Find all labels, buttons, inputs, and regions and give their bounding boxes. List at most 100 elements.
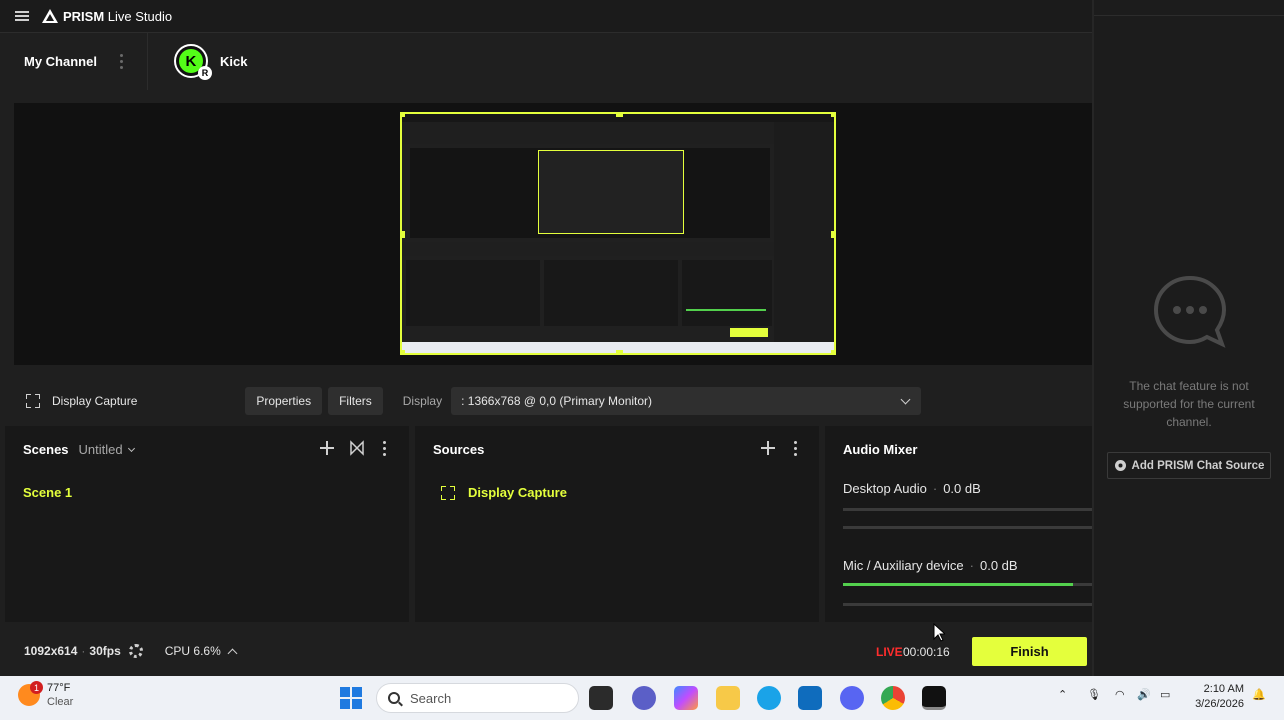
scenes-header: Scenes Untitled (23, 442, 135, 457)
scenes-title: Scenes (23, 442, 69, 457)
edge-icon[interactable] (757, 686, 781, 710)
source-item-display-capture[interactable]: Display Capture (441, 485, 567, 500)
transition-icon[interactable] (349, 440, 365, 456)
weather-temp: 77°F (47, 682, 71, 694)
nested-channelbar (402, 122, 834, 144)
menu-icon[interactable] (15, 11, 29, 21)
resolution: 1092x614 (24, 644, 78, 658)
audio-channel-desktop: Desktop Audio · 0.0 dB (843, 481, 981, 496)
add-scene-plus-icon[interactable] (319, 440, 335, 456)
nested-chat (774, 122, 834, 342)
finish-button[interactable]: Finish (972, 637, 1087, 666)
microphone-icon[interactable]: 🎙 (1087, 688, 1101, 701)
volume-icon[interactable]: 🔊 (1137, 688, 1151, 701)
kick-channel-label[interactable]: Kick (220, 54, 247, 69)
properties-button[interactable]: Properties (245, 387, 323, 415)
nested-screen-capture (402, 114, 834, 353)
clock-time: 2:10 AM (1203, 683, 1244, 695)
taskbar-search[interactable]: Search (376, 683, 579, 713)
weather-widget[interactable]: 1 77°F Clear (18, 681, 73, 709)
nested-sources (544, 260, 678, 326)
live-indicator: LIVE (876, 645, 903, 659)
audio-mixer-title: Audio Mixer (843, 442, 918, 457)
sources-panel: Sources Display Capture (415, 426, 819, 622)
display-capture-icon (441, 485, 455, 500)
channel-badge: R (197, 66, 212, 80)
display-label: Display (402, 394, 443, 408)
nested-meter (686, 309, 766, 311)
preview-canvas[interactable] (14, 103, 1092, 365)
nested-mixer (682, 260, 772, 326)
app-title: PRISM Live Studio (63, 8, 173, 24)
source-item-label: Display Capture (468, 485, 567, 500)
chat-bubble-icon (1153, 275, 1227, 348)
resize-handle-n[interactable] (616, 114, 623, 117)
wifi-icon[interactable]: ◠ (1115, 688, 1125, 701)
scenes-kebab-icon[interactable] (379, 440, 389, 456)
scene-collection-select[interactable]: Untitled (79, 442, 135, 457)
mic-audio-meter-fill (843, 583, 1073, 586)
resize-handle-w[interactable] (402, 231, 405, 238)
sources-header: Sources (433, 442, 484, 457)
chevron-up-icon (227, 648, 238, 658)
source-toolbar: Display Capture Properties Filters Displ… (0, 380, 1092, 422)
audio-channel-level: 0.0 dB (943, 481, 981, 496)
tray-chevron-up-icon[interactable]: ⌃ (1058, 688, 1067, 701)
nested-scenes (406, 260, 540, 326)
prism-taskbar-icon[interactable] (922, 686, 946, 710)
notification-bell-icon[interactable]: 🔔 (1252, 688, 1266, 701)
sources-title: Sources (433, 442, 485, 457)
add-source-plus-icon[interactable] (760, 440, 776, 456)
clock-date: 3/26/2026 (1195, 698, 1244, 710)
sources-actions (760, 440, 800, 456)
prism-app-window: PRISM Live Studio My Channel K R Kick Di… (0, 0, 1092, 676)
mic-volume-slider[interactable] (843, 603, 1092, 606)
channel-bar: My Channel K R Kick (0, 32, 1092, 90)
audio-mixer-panel: Audio Mixer Desktop Audio · 0.0 dB Mic / A… (825, 426, 1092, 622)
desktop-audio-volume-slider[interactable] (843, 526, 1092, 529)
weather-sun-icon: 1 (18, 681, 43, 706)
scenes-actions (319, 440, 389, 456)
live-timer: 00:00:16 (903, 645, 950, 659)
teams-icon[interactable] (632, 686, 656, 710)
file-explorer-icon[interactable] (716, 686, 740, 710)
resize-handle-s[interactable] (616, 350, 623, 353)
windows-start-icon[interactable] (340, 687, 362, 709)
chevron-down-icon (900, 394, 911, 404)
taskbar-clock[interactable]: 2:10 AM 3/26/2026 (1188, 682, 1244, 712)
channel-divider (146, 32, 148, 90)
channel-kebab-icon[interactable] (115, 53, 129, 69)
filters-button[interactable]: Filters (328, 387, 383, 415)
resize-handle-se[interactable] (831, 350, 834, 353)
display-select-value: : 1366x768 @ 0,0 (Primary Monitor) (461, 394, 653, 408)
chrome-icon[interactable] (881, 686, 905, 710)
resize-handle-e[interactable] (831, 231, 834, 238)
task-view-icon[interactable] (589, 686, 613, 710)
audio-channel-name: Mic / Auxiliary device (843, 558, 964, 573)
cpu-usage[interactable]: CPU 6.6% (165, 644, 238, 658)
resize-handle-nw[interactable] (402, 114, 405, 117)
add-prism-chat-source-button[interactable]: Add PRISM Chat Source (1107, 452, 1271, 479)
chevron-down-icon (127, 444, 135, 452)
weather-desc: Clear (47, 696, 74, 708)
nested-finish (730, 328, 768, 337)
mouse-cursor-icon (933, 623, 945, 642)
kick-channel-avatar[interactable]: K R (173, 44, 212, 80)
sources-kebab-icon[interactable] (790, 440, 800, 456)
discord-icon[interactable] (840, 686, 864, 710)
chat-header (1094, 0, 1284, 16)
resize-handle-ne[interactable] (831, 114, 834, 117)
my-channel-label[interactable]: My Channel (24, 54, 97, 69)
windows-taskbar: 1 77°F Clear Search ⌃ 🎙 ◠ 🔊 ▭ 2:10 AM 3/… (0, 676, 1284, 720)
resize-handle-sw[interactable] (402, 350, 405, 353)
weather-text: 77°F Clear (47, 681, 73, 709)
notification-badge: 1 (30, 681, 43, 694)
display-select[interactable]: : 1366x768 @ 0,0 (Primary Monitor) (451, 387, 922, 415)
display-capture-preview[interactable] (400, 112, 836, 355)
title-bar: PRISM Live Studio (0, 0, 1092, 32)
gear-icon[interactable] (128, 644, 143, 658)
copilot-icon[interactable] (674, 686, 698, 710)
microsoft-store-icon[interactable] (798, 686, 822, 710)
scene-item-scene-1[interactable]: Scene 1 (23, 485, 72, 500)
battery-icon[interactable]: ▭ (1160, 688, 1170, 701)
